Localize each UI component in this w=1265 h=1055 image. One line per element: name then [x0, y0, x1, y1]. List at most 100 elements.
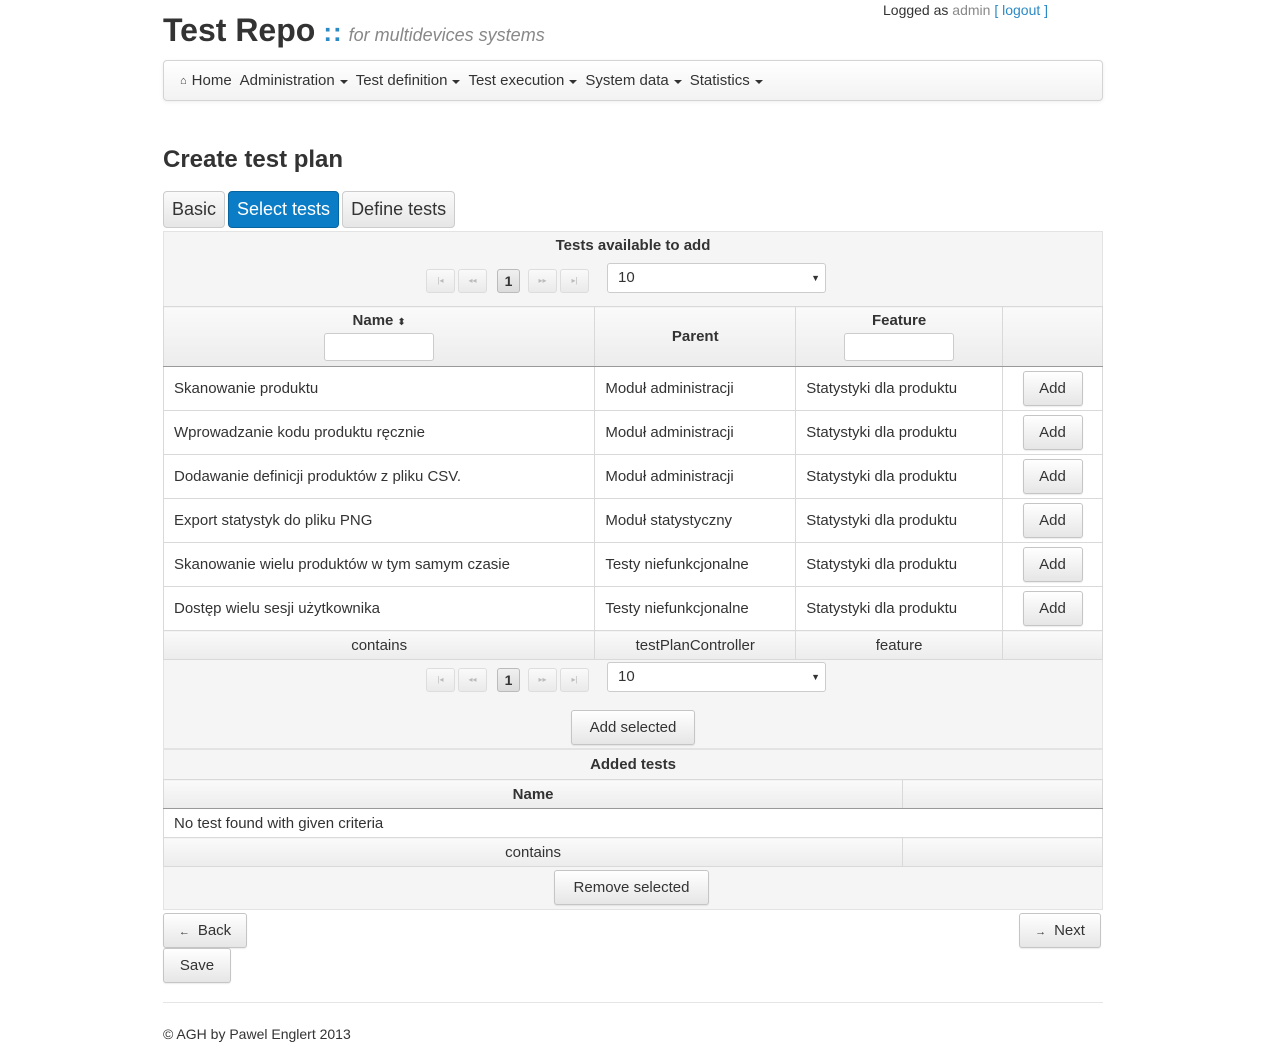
add-selected-button[interactable]: Add selected: [571, 710, 695, 745]
cell-name: Skanowanie wielu produktów w tym samym c…: [162, 542, 596, 587]
prev-page-button[interactable]: ◂◂: [458, 269, 487, 293]
add-test-button[interactable]: Add: [1022, 503, 1083, 538]
top-paginator: |◂ ◂◂ 1 ▸▸ ▸|: [426, 269, 592, 293]
nav-administration[interactable]: Administration: [240, 72, 348, 89]
footer-name-filter: contains: [162, 837, 904, 867]
cell-name: Dodawanie definicji produktów z pliku CS…: [162, 454, 596, 499]
cell-actions: Add: [1002, 366, 1103, 411]
tab-define-tests[interactable]: Define tests: [342, 191, 456, 228]
column-header-name[interactable]: Name: [162, 779, 904, 809]
rows-per-page-select[interactable]: 10 ▼: [607, 662, 826, 692]
rows-per-page-select[interactable]: 10 ▼: [607, 263, 826, 293]
cell-actions: Add: [1002, 410, 1103, 455]
add-test-button[interactable]: Add: [1022, 547, 1083, 582]
back-label: Back: [197, 922, 232, 939]
add-test-button[interactable]: Add: [1022, 371, 1083, 406]
tab-basic[interactable]: Basic: [163, 191, 226, 228]
add-test-button[interactable]: Add: [1022, 459, 1083, 494]
app-subtitle: for multidevices systems: [348, 25, 545, 45]
table-row[interactable]: Wprowadzanie kodu produktu ręcznie Moduł…: [162, 410, 1103, 455]
column-header-parent: Parent: [594, 306, 797, 367]
brand: Test Repo:: for multidevices systems: [163, 12, 545, 49]
last-page-button[interactable]: ▸|: [560, 269, 589, 293]
add-test-button[interactable]: Add: [1022, 591, 1083, 626]
caret-down-icon: [754, 79, 763, 84]
table-row[interactable]: Dostęp wielu sesji użytkownika Testy nie…: [162, 586, 1103, 631]
main-navbar: ⌂ Home Administration Test definition Te…: [163, 60, 1103, 101]
caret-down-icon: [673, 79, 682, 84]
next-page-button[interactable]: ▸▸: [528, 269, 557, 293]
available-tests-table: Name ⬍ Parent Feature Skanowanie produktu…: [162, 306, 1103, 660]
cell-actions: Add: [1002, 498, 1103, 543]
available-tests-panel: Tests available to add |◂ ◂◂ 1 ▸▸ ▸| 10 …: [162, 231, 1103, 749]
cell-parent: Moduł statystyczny: [594, 498, 797, 543]
cell-feature: Statystyki dla produktu: [795, 410, 1004, 455]
arrow-right-icon: →: [1035, 926, 1047, 938]
save-button[interactable]: Save: [163, 948, 231, 983]
name-filter-input[interactable]: [324, 333, 435, 361]
empty-row: No test found with given criteria: [163, 808, 1103, 838]
wizard-tabs: Basic Select tests Define tests: [163, 191, 458, 228]
cell-feature: Statystyki dla produktu: [795, 498, 1004, 543]
back-button[interactable]: ← Back: [163, 913, 247, 948]
last-page-button[interactable]: ▸|: [560, 668, 589, 692]
cell-name: Export statystyk do pliku PNG: [162, 498, 596, 543]
nav-home[interactable]: ⌂ Home: [180, 72, 232, 89]
table-row[interactable]: Dodawanie definicji produktów z pliku CS…: [162, 454, 1103, 499]
login-prefix: Logged as: [883, 2, 949, 18]
footer-parent: testPlanController: [594, 630, 797, 660]
page-title: Create test plan: [163, 146, 344, 173]
cell-parent: Testy niefunkcjonalne: [594, 586, 797, 631]
footer-name-filter: contains: [162, 630, 596, 660]
next-label: Next: [1054, 922, 1085, 939]
feature-filter-input[interactable]: [844, 333, 955, 361]
cell-name: Skanowanie produktu: [162, 366, 596, 411]
cell-actions: Add: [1002, 542, 1103, 587]
login-info: Logged as admin [ logout ]: [883, 2, 1048, 18]
logout-link[interactable]: [ logout ]: [994, 2, 1048, 18]
cell-parent: Testy niefunkcjonalne: [594, 542, 797, 587]
footer-actions: [902, 837, 1103, 867]
username: admin: [952, 2, 991, 18]
remove-selected-button[interactable]: Remove selected: [554, 870, 709, 905]
next-page-button[interactable]: ▸▸: [528, 668, 557, 692]
title-separator: ::: [323, 17, 343, 47]
table-row[interactable]: Export statystyk do pliku PNG Moduł stat…: [162, 498, 1103, 543]
cell-parent: Moduł administracji: [594, 366, 797, 411]
nav-label: Test execution: [468, 72, 565, 89]
cell-feature: Statystyki dla produktu: [795, 542, 1004, 587]
empty-message: No test found with given criteria: [163, 808, 1103, 838]
cell-parent: Moduł administracji: [594, 410, 797, 455]
first-page-button[interactable]: |◂: [426, 269, 455, 293]
nav-system-data[interactable]: System data: [585, 72, 682, 89]
nav-test-execution[interactable]: Test execution: [468, 72, 578, 89]
cell-actions: Add: [1002, 586, 1103, 631]
rows-per-page-value: 10: [618, 269, 635, 286]
nav-statistics[interactable]: Statistics: [690, 72, 763, 89]
table-row[interactable]: Skanowanie wielu produktów w tym samym c…: [162, 542, 1103, 587]
caret-down-icon: [452, 79, 461, 84]
cell-feature: Statystyki dla produktu: [795, 454, 1004, 499]
added-tests-table: Name No test found with given criteria c…: [162, 779, 1103, 867]
column-label: Feature: [872, 312, 927, 329]
copyright: © AGH by Pawel Englert 2013: [163, 1026, 351, 1042]
page-number-button[interactable]: 1: [497, 668, 520, 692]
prev-page-button[interactable]: ◂◂: [458, 668, 487, 692]
nav-home-label: Home: [191, 72, 232, 89]
next-button[interactable]: → Next: [1019, 913, 1101, 948]
table-row[interactable]: Skanowanie produktu Moduł administracji …: [162, 366, 1103, 411]
column-header-actions: [902, 779, 1103, 809]
nav-test-definition[interactable]: Test definition: [356, 72, 461, 89]
footer-divider: [163, 1002, 1103, 1003]
rows-per-page-value: 10: [618, 668, 635, 685]
column-label: Name: [352, 312, 394, 329]
add-test-button[interactable]: Add: [1022, 415, 1083, 450]
bottom-paginator: |◂ ◂◂ 1 ▸▸ ▸|: [426, 668, 592, 692]
nav-label: Statistics: [689, 72, 750, 89]
first-page-button[interactable]: |◂: [426, 668, 455, 692]
page-number-button[interactable]: 1: [497, 269, 520, 293]
tab-select-tests[interactable]: Select tests: [228, 191, 340, 228]
added-tests-panel: Added tests Name No test found with give…: [162, 749, 1103, 910]
column-header-actions: [1002, 306, 1103, 367]
column-header-name[interactable]: Name ⬍: [162, 306, 596, 367]
